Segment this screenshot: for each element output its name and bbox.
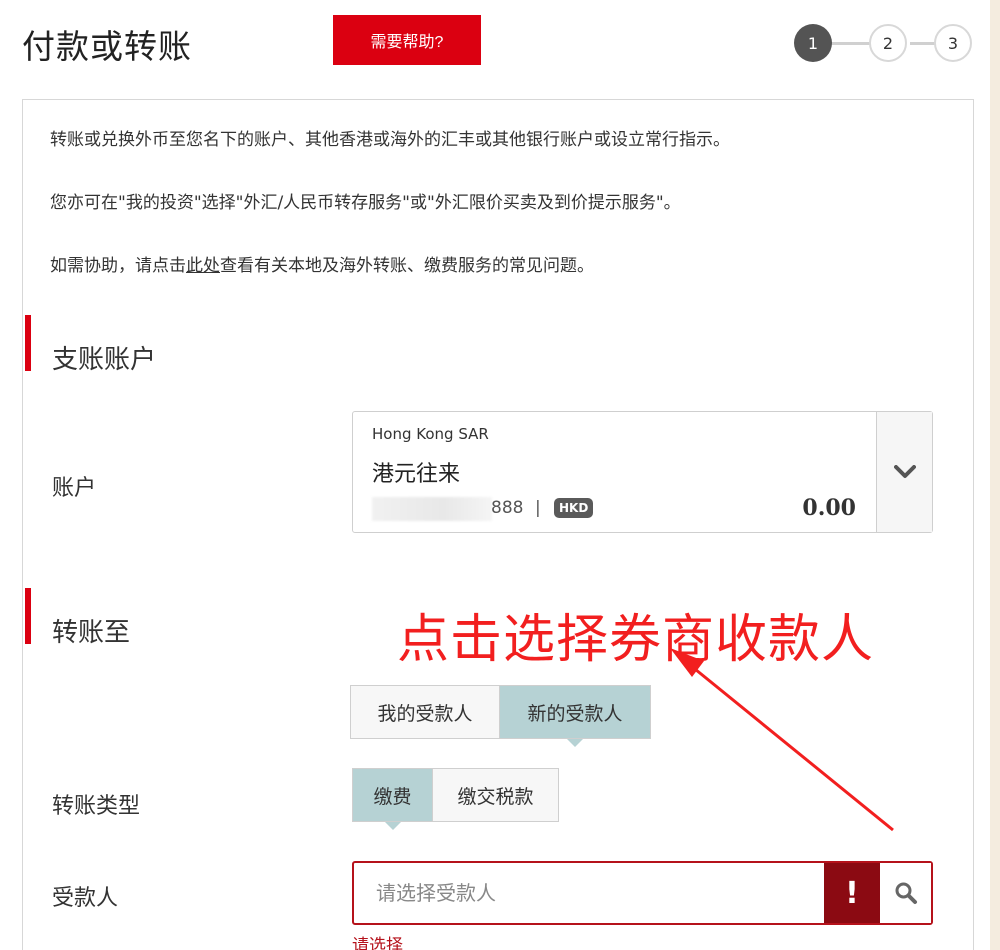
step-1-indicator: 1	[794, 24, 832, 62]
account-number-mask	[372, 497, 492, 521]
account-number: 888	[491, 498, 524, 518]
intro-text-2: 您亦可在"我的投资"选择"外汇/人民币转存服务"或"外汇限价买卖及到价提示服务"…	[50, 193, 681, 213]
account-balance: 0.00	[802, 495, 856, 521]
page-title: 付款或转账	[22, 27, 192, 66]
search-icon	[895, 882, 917, 904]
currency-badge: HKD	[554, 498, 594, 518]
page-background-strip	[990, 0, 1000, 950]
account-separator: |	[535, 498, 541, 518]
transfer-type-tabs: 缴费 缴交税款	[352, 768, 559, 830]
intro-text-1: 转账或兑换外币至您名下的账户、其他香港或海外的汇丰或其他银行账户或设立常行指示。	[50, 130, 730, 150]
tab-tax-payment[interactable]: 缴交税款	[433, 769, 558, 821]
tab-new-payee[interactable]: 新的受款人	[500, 686, 650, 747]
payee-type-tabs: 我的受款人 新的受款人	[350, 685, 651, 747]
step-2-indicator: 2	[869, 24, 907, 62]
account-name: 港元往来	[372, 462, 461, 487]
progress-stepper: 1 2 3	[794, 24, 974, 64]
tab-my-payees[interactable]: 我的受款人	[351, 686, 500, 738]
account-select[interactable]: Hong Kong SAR 港元往来 888 | HKD 0.00	[352, 411, 933, 533]
payee-select-field: !	[352, 861, 933, 925]
tab-bill-payment[interactable]: 缴费	[353, 769, 433, 830]
payee-input[interactable]	[354, 863, 822, 923]
step-3-indicator: 3	[934, 24, 972, 62]
section-accent-bar	[25, 588, 31, 644]
annotation-callout: 点击选择券商收款人	[397, 610, 875, 670]
transfer-to-section-title: 转账至	[52, 618, 131, 648]
payee-search-button[interactable]	[880, 863, 931, 923]
account-dropdown-button[interactable]	[876, 412, 932, 532]
section-accent-bar	[25, 315, 31, 371]
faq-link[interactable]: 此处	[186, 256, 220, 276]
transfer-type-label: 转账类型	[52, 794, 141, 819]
chevron-down-icon	[893, 465, 916, 478]
stepper-connector	[830, 42, 874, 45]
account-region: Hong Kong SAR	[372, 425, 489, 443]
payee-label: 受款人	[52, 886, 119, 911]
intro-text-3-prefix: 如需协助，请点击	[50, 256, 186, 276]
intro-text-3-suffix: 查看有关本地及海外转账、缴费服务的常见问题。	[220, 256, 594, 276]
help-button[interactable]: 需要帮助?	[333, 15, 481, 65]
payee-error-message: 请选择	[352, 936, 403, 950]
exclamation-icon: !	[824, 863, 880, 923]
intro-text-3: 如需协助，请点击此处查看有关本地及海外转账、缴费服务的常见问题。	[50, 251, 594, 276]
debit-section-title: 支账账户	[52, 345, 157, 375]
account-label: 账户	[52, 476, 97, 501]
